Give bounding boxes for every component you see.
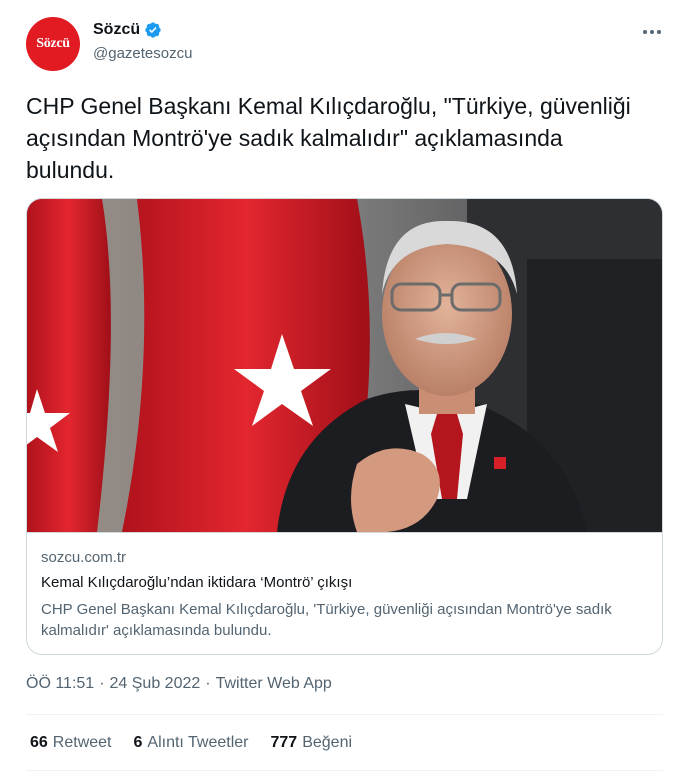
meta-separator: · [99,675,105,692]
display-name[interactable]: Sözcü [93,21,140,39]
divider [26,770,663,771]
card-image [27,199,662,532]
more-options-icon[interactable] [638,22,666,42]
tweet-text: CHP Genel Başkanı Kemal Kılıçdaroğlu, "T… [26,93,631,183]
quotes-count: 6 [133,734,143,751]
card-description: CHP Genel Başkanı Kemal Kılıçdaroğlu, 'T… [41,601,612,639]
avatar[interactable]: Sözcü [26,17,80,71]
verified-badge-icon [145,22,161,38]
handle[interactable]: @gazetesozcu [93,45,192,62]
quotes-stat[interactable]: 6 Alıntı Tweetler [134,734,249,752]
tweet-container: Sözcü Sözcü @gazetesozcu CHP Genel Başka… [0,0,683,776]
avatar-logo-text: Sözcü [36,36,70,51]
retweets-count: 66 [30,734,48,751]
card-info[interactable]: sozcu.com.tr Kemal Kılıçdaroğlu’ndan ikt… [27,532,662,654]
divider [26,714,663,715]
card-title: Kemal Kılıçdaroğlu’ndan iktidara ‘Montrö… [41,574,353,591]
tweet-time[interactable]: ÖÖ 11:51 [26,675,94,693]
card-domain: sozcu.com.tr [41,549,127,566]
link-card[interactable]: sozcu.com.tr Kemal Kılıçdaroğlu’ndan ikt… [26,198,663,655]
tweet-source[interactable]: Twitter Web App [216,675,332,693]
likes-stat[interactable]: 777 Beğeni [271,734,353,752]
tweet-meta: ÖÖ 11:51 · 24 Şub 2022 · Twitter Web App [26,675,332,693]
retweets-stat[interactable]: 66 Retweet [30,734,112,752]
likes-label: Beğeni [302,734,353,751]
tweet-stats: 66 Retweet 6 Alıntı Tweetler 777 Beğeni [30,734,352,752]
quotes-label: Alıntı Tweetler [147,734,249,751]
author-name-row[interactable]: Sözcü [93,21,162,39]
retweets-label: Retweet [52,734,112,751]
tweet-date[interactable]: 24 Şub 2022 [110,675,201,693]
likes-count: 777 [270,734,298,751]
meta-separator: · [205,675,211,692]
